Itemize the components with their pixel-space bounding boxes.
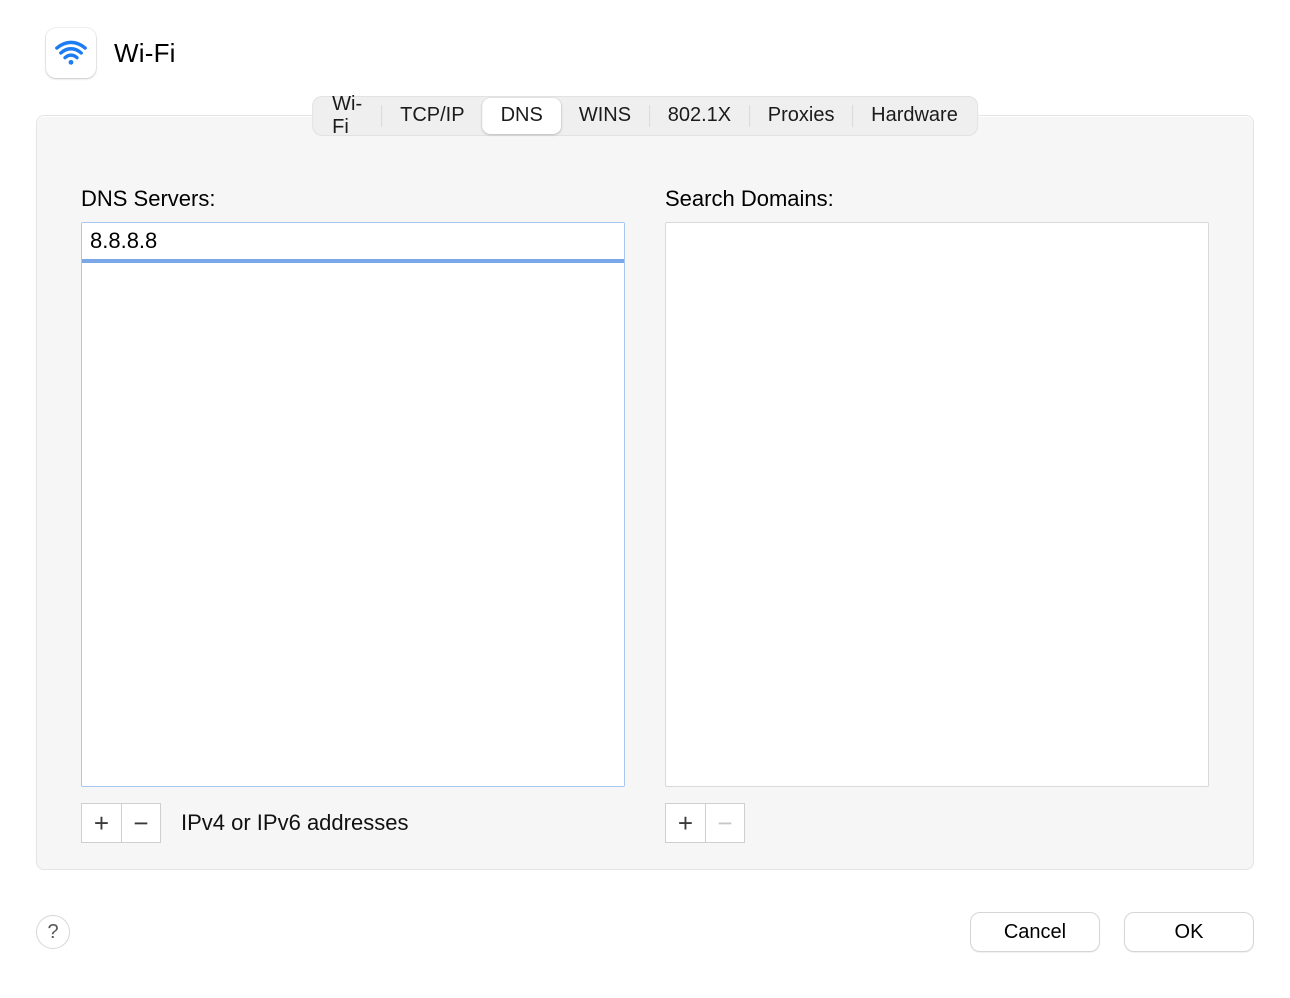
tab-dns[interactable]: DNS [483, 98, 561, 134]
search-domains-add-button[interactable]: + [665, 803, 705, 843]
settings-panel: DNS Servers: + − IPv4 or IPv6 addresses … [36, 115, 1254, 870]
search-domains-label: Search Domains: [665, 186, 1209, 212]
page-title: Wi-Fi [114, 38, 176, 69]
dns-server-input[interactable] [82, 223, 624, 263]
dns-servers-stepper: + − [81, 803, 161, 843]
footer-buttons: Cancel OK [970, 912, 1254, 952]
tab-8021x[interactable]: 802.1X [650, 98, 749, 134]
dns-servers-add-button[interactable]: + [81, 803, 121, 843]
footer: ? Cancel OK [36, 912, 1254, 952]
tab-proxies[interactable]: Proxies [750, 98, 853, 134]
tab-hardware[interactable]: Hardware [853, 98, 976, 134]
tab-tcpip[interactable]: TCP/IP [382, 98, 482, 134]
help-button[interactable]: ? [36, 915, 70, 949]
tab-bar: Wi-Fi TCP/IP DNS WINS 802.1X Proxies Har… [312, 96, 978, 136]
ok-button[interactable]: OK [1124, 912, 1254, 952]
tab-wifi[interactable]: Wi-Fi [314, 87, 381, 146]
dns-address-hint: IPv4 or IPv6 addresses [181, 810, 408, 836]
dns-servers-listbox[interactable] [81, 222, 625, 787]
search-domains-listbox[interactable] [665, 222, 1209, 787]
search-domains-stepper: + − [665, 803, 745, 843]
search-domains-remove-button[interactable]: − [705, 803, 745, 843]
cancel-button[interactable]: Cancel [970, 912, 1100, 952]
dns-servers-label: DNS Servers: [81, 186, 625, 212]
wifi-icon [46, 28, 96, 78]
dns-servers-column: DNS Servers: + − IPv4 or IPv6 addresses [81, 186, 625, 843]
search-domains-column: Search Domains: + − [665, 186, 1209, 843]
window-header: Wi-Fi [0, 0, 1290, 78]
tab-wins[interactable]: WINS [561, 98, 649, 134]
dns-servers-remove-button[interactable]: − [121, 803, 161, 843]
